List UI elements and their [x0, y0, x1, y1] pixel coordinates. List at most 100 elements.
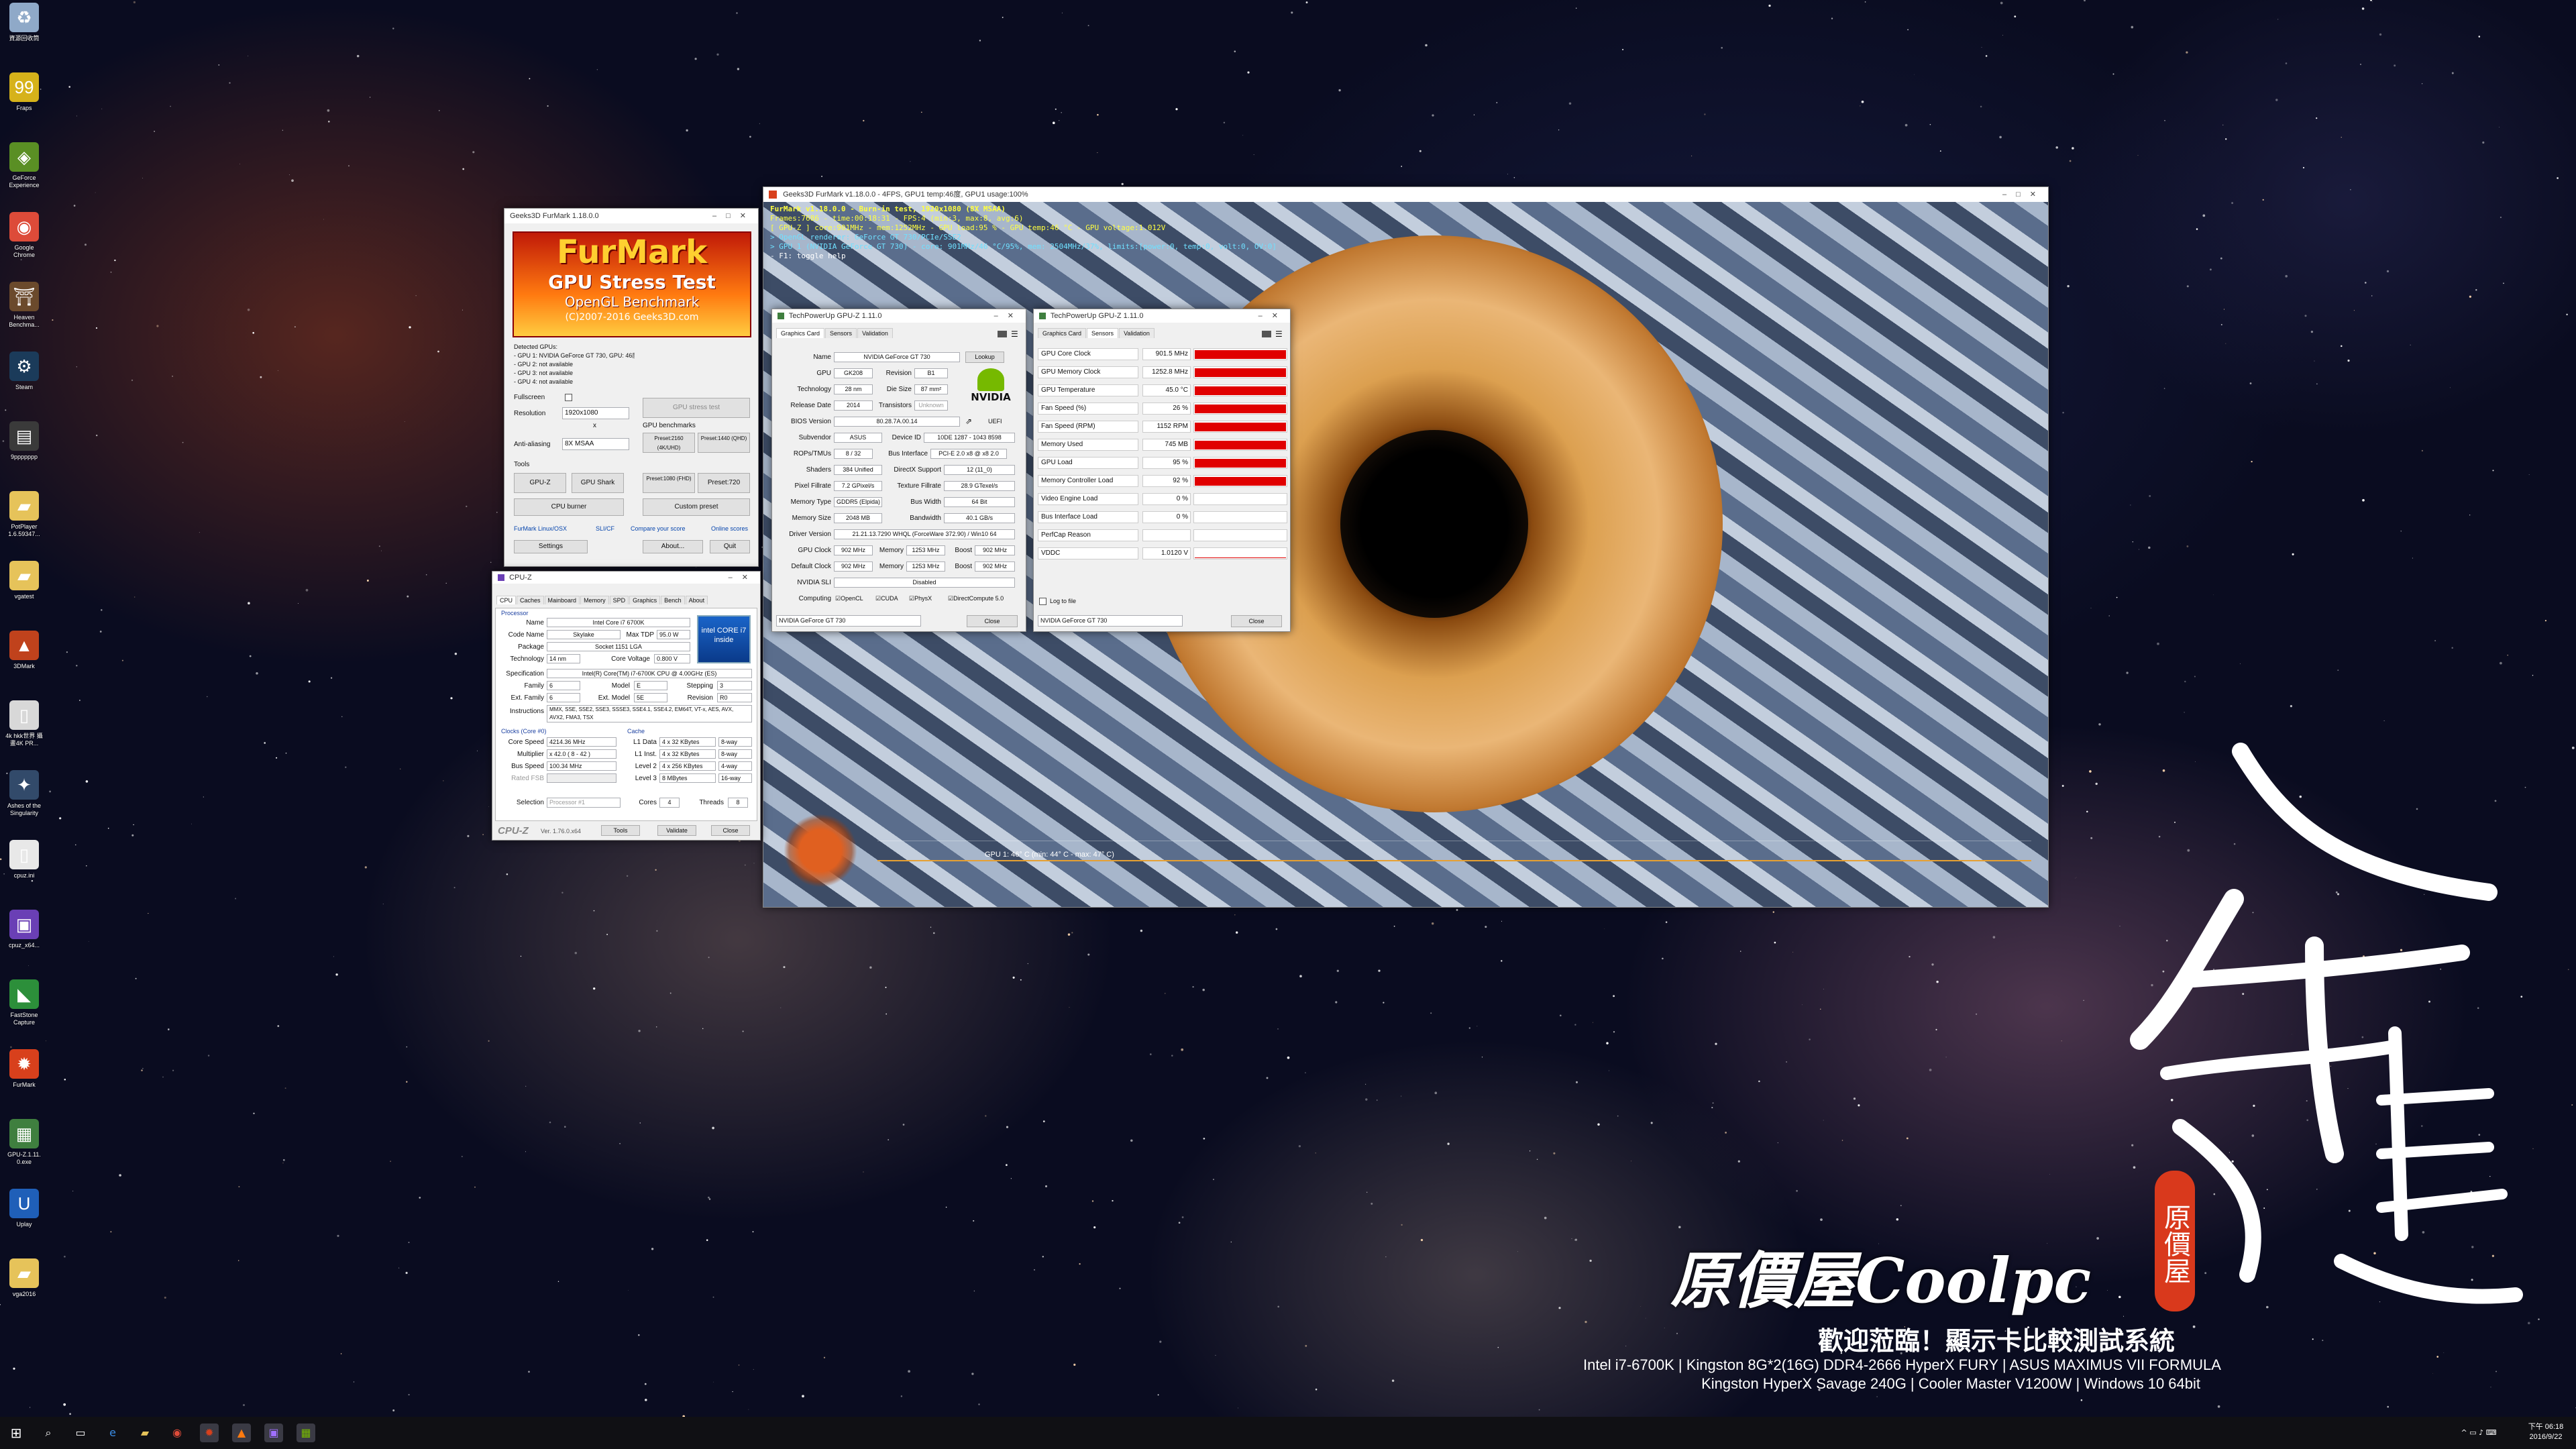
titlebar[interactable]: Geeks3D FurMark v1.18.0.0 - 4FPS, GPU1 t… — [763, 187, 2048, 202]
desktop-icon[interactable]: ◉ Google Chrome — [4, 212, 44, 259]
desktop-icon[interactable]: ⚙ Steam — [4, 352, 44, 391]
desktop-icon[interactable]: ▰ PotPlayer 1.6.59347... — [4, 491, 44, 538]
tab-graphics[interactable]: Graphics — [629, 596, 661, 604]
tab-spd[interactable]: SPD — [609, 596, 629, 604]
share-icon[interactable]: ⇗ — [965, 417, 972, 426]
tab-cpu[interactable]: CPU — [496, 596, 517, 604]
desktop-icon[interactable]: ▦ GPU-Z.1.11. 0.exe — [4, 1119, 44, 1166]
gpuz-card-window[interactable]: TechPowerUp GPU-Z 1.11.0 –✕ Graphics Car… — [771, 309, 1026, 632]
about-button[interactable]: About... — [643, 540, 703, 553]
sensor-name[interactable]: Video Engine Load — [1038, 493, 1138, 505]
tab-sensors[interactable]: Sensors — [825, 328, 857, 338]
tab-bench[interactable]: Bench — [661, 596, 685, 604]
preset-2160-button[interactable]: Preset:2160 (4K/UHD) — [643, 433, 695, 453]
gpuz-taskbar-icon[interactable]: ▦ — [297, 1424, 315, 1442]
cpuz-taskbar-icon[interactable]: ▣ — [264, 1424, 283, 1442]
window-controls[interactable]: –□✕ — [2002, 187, 2045, 202]
tools-button[interactable]: Tools — [601, 825, 640, 836]
search-icon[interactable]: ⌕ — [39, 1424, 58, 1442]
sensor-name[interactable]: GPU Load — [1038, 457, 1138, 469]
resolution-select[interactable]: 1920x1080 — [562, 407, 629, 419]
tab-memory[interactable]: Memory — [580, 596, 609, 604]
tab-validation[interactable]: Validation — [1119, 328, 1155, 338]
desktop-icon[interactable]: ♻ 資源回收筒 — [4, 3, 44, 42]
menu-icon[interactable]: ☰ — [1275, 329, 1283, 339]
close-button[interactable]: Close — [711, 825, 750, 836]
antialias-select[interactable]: 8X MSAA — [562, 438, 629, 450]
desktop-icon[interactable]: 99 Fraps — [4, 72, 44, 112]
link-online-scores[interactable]: Online scores — [711, 525, 748, 532]
sensor-name[interactable]: Memory Used — [1038, 439, 1138, 451]
furmark-taskbar-icon[interactable]: ✹ — [200, 1424, 219, 1442]
start-windows-icon[interactable]: ⊞ — [7, 1424, 25, 1442]
desktop-icon[interactable]: ▰ vgatest — [4, 561, 44, 600]
preset-1080-button[interactable]: Preset:1080 (FHD) — [643, 473, 695, 493]
link-linux-osx[interactable]: FurMark Linux/OSX — [514, 525, 567, 532]
selection-select[interactable]: Processor #1 — [547, 798, 621, 808]
validate-button[interactable]: Validate — [657, 825, 696, 836]
chrome-icon[interactable]: ◉ — [168, 1424, 186, 1442]
tab-graphics-card[interactable]: Graphics Card — [1038, 328, 1087, 338]
sensor-name[interactable]: Memory Controller Load — [1038, 475, 1138, 487]
window-controls[interactable]: –✕ — [1258, 309, 1287, 323]
sensor-name[interactable]: Fan Speed (%) — [1038, 402, 1138, 415]
titlebar[interactable]: TechPowerUp GPU-Z 1.11.0 –✕ — [772, 309, 1026, 323]
preset-1440-button[interactable]: Preset:1440 (QHD) — [698, 433, 750, 453]
tab-mainboard[interactable]: Mainboard — [544, 596, 580, 604]
fullscreen-checkbox[interactable] — [565, 394, 572, 401]
window-controls[interactable]: –✕ — [729, 572, 757, 584]
link-compare-score[interactable]: Compare your score — [631, 525, 686, 532]
gpushark-button[interactable]: GPU Shark — [572, 473, 624, 493]
sensor-name[interactable]: GPU Memory Clock — [1038, 366, 1138, 378]
desktop-icon[interactable]: ▯ 4k hkk世界 攝畫4K PR... — [4, 700, 44, 747]
camera-icon[interactable] — [998, 331, 1007, 337]
window-controls[interactable]: –□✕ — [712, 209, 755, 223]
desktop-icon[interactable]: ▤ 9ppppppp — [4, 421, 44, 461]
system-tray-icons[interactable]: ^ ▭ ♪ ⌨ — [2442, 1424, 2516, 1442]
tab-caches[interactable]: Caches — [517, 596, 544, 604]
sensor-name[interactable]: Bus Interface Load — [1038, 511, 1138, 523]
gpu-stress-test-button[interactable]: GPU stress test — [643, 398, 750, 418]
quit-button[interactable]: Quit — [710, 540, 750, 553]
desktop-icon[interactable]: ✹ FurMark — [4, 1049, 44, 1089]
clock[interactable]: 下午 06:18 2016/9/22 — [2522, 1422, 2569, 1442]
desktop-icon[interactable]: U Uplay — [4, 1189, 44, 1228]
sensor-name[interactable]: Fan Speed (RPM) — [1038, 421, 1138, 433]
tab-sensors[interactable]: Sensors — [1087, 328, 1119, 338]
log-to-file-checkbox[interactable] — [1039, 598, 1046, 605]
desktop-icon[interactable]: ▰ vga2016 — [4, 1258, 44, 1298]
desktop-icon[interactable]: ▣ cpuz_x64... — [4, 910, 44, 949]
camera-icon[interactable] — [1262, 331, 1271, 337]
settings-button[interactable]: Settings — [514, 540, 588, 553]
file-explorer-icon[interactable]: ▰ — [136, 1424, 154, 1442]
desktop-icon[interactable]: ◣ FastStone Capture — [4, 979, 44, 1026]
desktop-icon[interactable]: ⛩ Heaven Benchma... — [4, 282, 44, 329]
furmark-launcher-window[interactable]: Geeks3D FurMark 1.18.0.0 –□✕ FurMark GPU… — [504, 208, 759, 567]
desktop-icon[interactable]: ✦ Ashes of the Singularity — [4, 770, 44, 817]
titlebar[interactable]: TechPowerUp GPU-Z 1.11.0 –✕ — [1034, 309, 1290, 323]
tab-validation[interactable]: Validation — [857, 328, 893, 338]
desktop-icon[interactable]: ▯ cpuz.ini — [4, 840, 44, 879]
close-button[interactable]: Close — [1231, 615, 1282, 627]
furmark-window-taskbar-icon[interactable]: ▲ — [232, 1424, 251, 1442]
sensor-name[interactable]: GPU Temperature — [1038, 384, 1138, 396]
edge-icon[interactable]: e — [103, 1424, 122, 1442]
desktop-icon[interactable]: ▲ 3DMark — [4, 631, 44, 670]
tab-about[interactable]: About — [685, 596, 708, 604]
sensor-name[interactable]: PerfCap Reason — [1038, 529, 1138, 541]
lookup-button[interactable]: Lookup — [965, 352, 1004, 363]
sensor-name[interactable]: GPU Core Clock — [1038, 348, 1138, 360]
tab-graphics-card[interactable]: Graphics Card — [776, 328, 825, 338]
sensor-name[interactable]: VDDC — [1038, 547, 1138, 559]
titlebar[interactable]: Geeks3D FurMark 1.18.0.0 –□✕ — [504, 209, 758, 223]
titlebar[interactable]: CPU-Z –✕ — [492, 572, 760, 584]
custom-preset-button[interactable]: Custom preset — [643, 498, 750, 516]
gpuz-sensors-window[interactable]: TechPowerUp GPU-Z 1.11.0 –✕ Graphics Car… — [1033, 309, 1291, 632]
menu-icon[interactable]: ☰ — [1011, 329, 1018, 339]
gpu-select[interactable]: NVIDIA GeForce GT 730 — [776, 615, 921, 627]
cpuz-window[interactable]: CPU-Z –✕ CPU Caches Mainboard Memory SPD Grap… — [492, 571, 761, 841]
close-button[interactable]: Close — [967, 615, 1018, 627]
gpuz-button[interactable]: GPU-Z — [514, 473, 566, 493]
window-controls[interactable]: –✕ — [994, 309, 1023, 323]
cpu-burner-button[interactable]: CPU burner — [514, 498, 624, 516]
